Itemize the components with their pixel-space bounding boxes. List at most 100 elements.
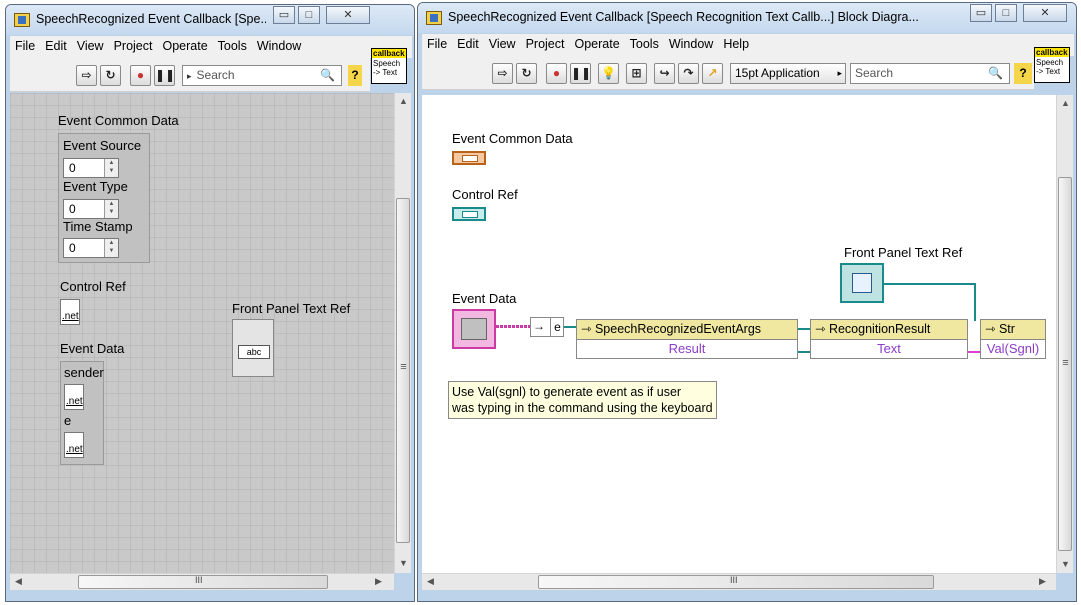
speech-recognized-event-args-node[interactable]: ⇾ SpeechRecognizedEventArgs Result (576, 319, 798, 359)
scroll-right-arrow-icon[interactable]: ▶ (1034, 576, 1051, 587)
menu-edit[interactable]: Edit (40, 36, 72, 56)
run-continuously-icon[interactable]: ↻ (516, 63, 537, 84)
text-property[interactable]: Text (811, 340, 967, 358)
spin-arrows-icon[interactable]: ▲ ▼ (104, 200, 118, 218)
minimize-button[interactable]: ▭ (970, 4, 992, 22)
scroll-thumb[interactable] (78, 575, 328, 589)
pause-icon[interactable]: ❚❚ (570, 63, 591, 84)
maximize-button[interactable]: □ (298, 6, 320, 24)
step-over-icon[interactable]: ↷ (678, 63, 699, 84)
recognition-result-node[interactable]: ⇾ RecognitionResult Text (810, 319, 968, 359)
net-refnum-icon[interactable]: .net (64, 384, 84, 410)
menu-view[interactable]: View (72, 36, 109, 56)
front-panel-text-ref-terminal[interactable] (840, 263, 884, 303)
front-panel-canvas[interactable]: Event Common Data Event Source 0 ▲ ▼ Event… (10, 93, 394, 573)
result-property[interactable]: Result (577, 340, 797, 358)
menu-window[interactable]: Window (664, 34, 718, 54)
string-wire[interactable] (968, 351, 980, 353)
close-button[interactable]: ✕ (1023, 4, 1067, 22)
menu-edit[interactable]: Edit (452, 34, 484, 54)
dropdown-arrow-icon[interactable]: ▸ (837, 64, 842, 83)
menu-project[interactable]: Project (109, 36, 158, 56)
text-refnum-control[interactable]: abc (232, 319, 274, 377)
search-icon[interactable]: 🔍 (320, 66, 335, 85)
abort-icon[interactable]: ● (546, 63, 567, 84)
scroll-left-arrow-icon[interactable]: ◀ (422, 576, 439, 587)
vi-icon[interactable]: callback Speech -> Text (371, 48, 407, 84)
search-input[interactable]: Search 🔍 (850, 63, 1010, 84)
front-panel-text-ref-label: Front Panel Text Ref (232, 301, 351, 316)
event-type-numeric[interactable]: 0 ▲ ▼ (63, 199, 119, 219)
run-arrow-icon[interactable]: ⇨ (76, 65, 97, 86)
title-bar[interactable]: SpeechRecognized Event Callback [Spe... … (6, 5, 414, 35)
block-diagram-canvas[interactable]: Event Common Data Control Ref Front Pane… (422, 95, 1056, 573)
scroll-up-arrow-icon[interactable]: ▲ (395, 96, 412, 106)
comment-note[interactable]: Use Val(sgnl) to generate event as if us… (448, 381, 717, 419)
run-arrow-icon[interactable]: ⇨ (492, 63, 513, 84)
run-continuously-icon[interactable]: ↻ (100, 65, 121, 86)
menu-tools[interactable]: Tools (625, 34, 664, 54)
event-common-data-cluster[interactable]: Event Source 0 ▲ ▼ Event Type 0 ▲ ▼ Time Sta… (58, 133, 150, 263)
retain-wire-values-icon[interactable]: ⊞ (626, 63, 647, 84)
menu-window[interactable]: Window (252, 36, 306, 56)
title-bar[interactable]: SpeechRecognized Event Callback [Speech … (418, 3, 1076, 33)
menu-view[interactable]: View (484, 34, 521, 54)
help-icon[interactable]: ? (348, 65, 362, 86)
refnum-wire[interactable] (564, 326, 576, 328)
scroll-up-arrow-icon[interactable]: ▲ (1057, 98, 1074, 108)
time-stamp-numeric[interactable]: 0 ▲ ▼ (63, 238, 119, 258)
class-name: Str (998, 322, 1015, 336)
search-icon[interactable]: 🔍 (988, 64, 1003, 83)
refnum-wire[interactable] (884, 283, 974, 285)
spin-arrows-icon[interactable]: ▲ ▼ (104, 159, 118, 177)
abort-icon[interactable]: ● (130, 65, 151, 86)
refnum-wire[interactable] (798, 328, 810, 330)
step-into-icon[interactable]: ↪ (654, 63, 675, 84)
window-title: SpeechRecognized Event Callback [Spe... (36, 12, 266, 26)
pause-icon[interactable]: ❚❚ (154, 65, 175, 86)
horizontal-scrollbar[interactable]: ◀ III ▶ (422, 573, 1056, 590)
net-refnum-icon[interactable]: .net (60, 299, 80, 325)
spin-arrows-icon[interactable]: ▲ ▼ (104, 239, 118, 257)
time-stamp-label: Time Stamp (63, 219, 133, 234)
event-source-numeric[interactable]: 0 ▲ ▼ (63, 158, 119, 178)
control-ref-terminal[interactable] (452, 207, 486, 221)
cluster-wire[interactable] (496, 325, 530, 328)
scroll-left-arrow-icon[interactable]: ◀ (10, 576, 27, 587)
menu-operate[interactable]: Operate (157, 36, 212, 56)
menu-help[interactable]: Help (718, 34, 754, 54)
help-icon[interactable]: ? (1014, 63, 1032, 84)
net-refnum-icon[interactable]: .net (64, 432, 84, 458)
menu-file[interactable]: File (10, 36, 40, 56)
step-out-icon[interactable]: ↗ (702, 63, 723, 84)
search-input[interactable]: ▸ Search 🔍 (182, 65, 342, 86)
font-select[interactable]: 15pt Application ▸ (730, 63, 846, 84)
scroll-down-arrow-icon[interactable]: ▼ (395, 558, 412, 568)
maximize-button[interactable]: □ (995, 4, 1017, 22)
refnum-wire[interactable] (974, 283, 976, 321)
highlight-execution-bulb-icon[interactable]: 💡 (598, 63, 619, 84)
property-node-header: ⇾ Str (981, 320, 1045, 340)
vi-icon[interactable]: callback Speech -> Text (1034, 47, 1070, 83)
vertical-scrollbar[interactable]: ▲ ≡ ▼ (1056, 95, 1073, 573)
event-data-terminal[interactable] (452, 309, 496, 349)
menu-project[interactable]: Project (521, 34, 570, 54)
unbundle-by-name-node[interactable]: → e (530, 317, 564, 337)
scroll-down-arrow-icon[interactable]: ▼ (1057, 559, 1074, 569)
event-common-data-terminal[interactable] (452, 151, 486, 165)
event-data-cluster[interactable]: sender .net e .net (60, 361, 104, 465)
vertical-scrollbar[interactable]: ▲ ≡ ▼ (394, 93, 411, 573)
horizontal-scrollbar[interactable]: ◀ III ▶ (10, 573, 394, 590)
scroll-right-arrow-icon[interactable]: ▶ (370, 576, 387, 587)
close-button[interactable]: ✕ (326, 6, 370, 24)
refnum-wire[interactable] (798, 351, 810, 353)
minimize-button[interactable]: ▭ (273, 6, 295, 24)
menu-operate[interactable]: Operate (569, 34, 624, 54)
class-name: RecognitionResult (828, 322, 931, 336)
toolbar: ⇨ ↻ ● ❚❚ 💡 ⊞ ↪ ↷ ↗ 15pt Application ▸ Sea… (422, 56, 1034, 90)
string-property-node[interactable]: ⇾ Str Val(Sgnl) (980, 319, 1046, 359)
menu-file[interactable]: File (422, 34, 452, 54)
val-sgnl-property[interactable]: Val(Sgnl) (981, 340, 1045, 358)
menu-tools[interactable]: Tools (213, 36, 252, 56)
search-expand-icon[interactable]: ▸ (187, 71, 192, 81)
